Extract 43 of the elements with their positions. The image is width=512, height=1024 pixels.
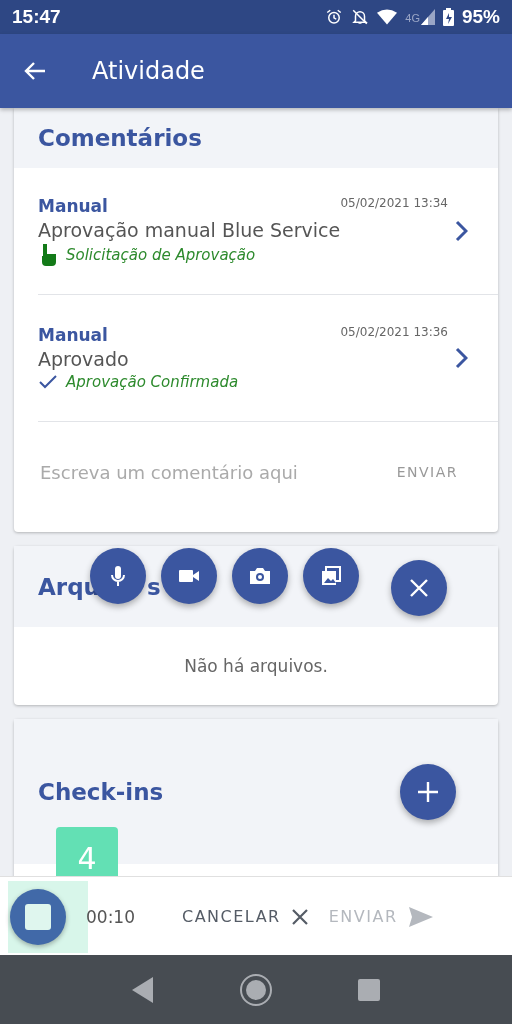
send-icon (407, 905, 434, 928)
stop-button[interactable] (10, 888, 66, 945)
home-circle-icon[interactable] (239, 972, 273, 1007)
comment-author: Manual (38, 325, 108, 345)
alarm-icon (325, 8, 344, 26)
muted-bell-icon (351, 8, 370, 26)
comment-status: Aprovação Confirmada (66, 373, 239, 391)
signal-icon (420, 9, 435, 25)
wifi-icon (377, 9, 398, 25)
camera-icon (248, 566, 272, 586)
section-title: Check-ins (38, 778, 164, 805)
video-camera-icon (177, 567, 201, 585)
comment-author: Manual (38, 196, 108, 216)
section-title: Comentários (38, 125, 202, 151)
comment-date: 05/02/2021 13:34 (340, 196, 448, 210)
comment-input[interactable]: Escreva um comentário aqui (38, 460, 393, 484)
battery-level: 95% (461, 6, 500, 28)
empty-message: Não há arquivos. (184, 656, 328, 676)
comment-date: 05/02/2021 13:36 (340, 325, 448, 339)
back-arrow-icon[interactable] (24, 61, 46, 81)
cancel-button[interactable]: CANCELAR (178, 903, 313, 930)
network-label: 4G (405, 12, 420, 24)
check-icon (38, 374, 58, 390)
comment-status: Solicitação de Aprovação (66, 246, 256, 264)
recording-time: 00:10 (86, 906, 136, 927)
comment-item[interactable]: Manual 05/02/2021 13:36 Aprovado Aprovação Confirmada (38, 295, 498, 422)
screen-title: Atividade (92, 57, 205, 85)
clock-time: 15:47 (12, 6, 61, 28)
section-title: s (147, 573, 161, 600)
chevron-right-icon (454, 220, 468, 242)
comment-text: Aprovação manual Blue Service (38, 219, 342, 241)
close-icon (290, 907, 309, 926)
close-icon (408, 577, 430, 599)
battery-icon (442, 8, 454, 26)
recents-square-icon[interactable] (357, 978, 380, 1001)
plus-icon (417, 780, 439, 803)
comment-text: Aprovado (38, 348, 130, 370)
gallery-icon (320, 565, 342, 587)
add-button[interactable] (400, 763, 456, 820)
comment-item[interactable]: Manual 05/02/2021 13:34 Aprovação manual Blue Service Solicitação de Aprovação (38, 168, 498, 295)
chevron-right-icon (454, 347, 468, 369)
microphone-icon (108, 564, 128, 588)
back-triangle-icon[interactable] (132, 976, 155, 1003)
